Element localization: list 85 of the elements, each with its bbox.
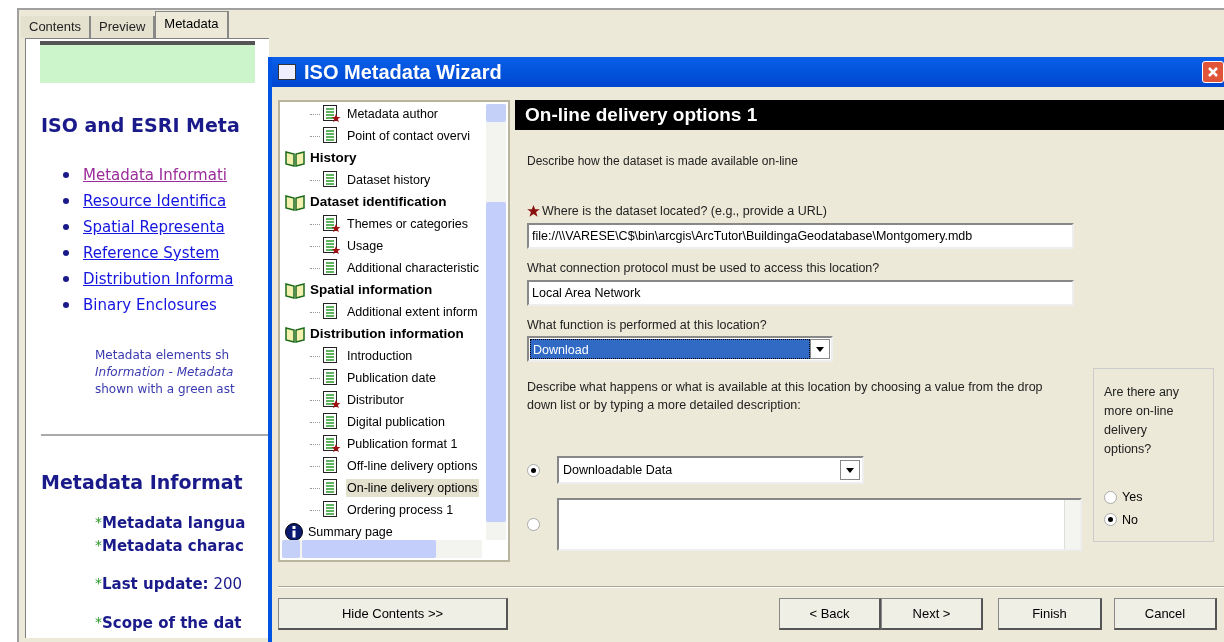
tree-item[interactable]: Summary page bbox=[308, 522, 393, 542]
tab[interactable]: Preview bbox=[91, 16, 156, 38]
tree-item[interactable]: Dataset history bbox=[346, 170, 432, 190]
tree-item[interactable]: Usage bbox=[346, 236, 385, 256]
field-label: What connection protocol must be used to access this location? bbox=[527, 259, 880, 277]
link[interactable]: Metadata Informati bbox=[83, 163, 227, 187]
radio-button[interactable] bbox=[527, 463, 540, 477]
dropdown[interactable]: Downloadable Data bbox=[557, 456, 864, 485]
field-label: Where is the dataset located? (e.g., provide a URL) bbox=[542, 203, 827, 220]
caret-icon bbox=[810, 339, 830, 360]
field-text: Last update: 200 bbox=[102, 574, 243, 595]
page-header: On-line delivery options 1 bbox=[515, 100, 1224, 130]
asterisk-mark: * bbox=[95, 574, 102, 593]
close-button[interactable] bbox=[1202, 61, 1224, 83]
radio-label: Yes bbox=[1122, 488, 1143, 506]
tree-item[interactable]: Ordering process 1 bbox=[346, 500, 455, 520]
tree-group[interactable]: Dataset identification bbox=[310, 191, 447, 213]
bullet-icon bbox=[63, 276, 69, 282]
bullet-icon bbox=[63, 302, 69, 308]
text-field[interactable]: file://\\VARESE\C$\bin\arcgis\ArcTutor\BuildingaGeodatabase\Montgomery.mdb bbox=[527, 222, 1074, 249]
bullet-icon bbox=[63, 198, 69, 204]
tree-item[interactable]: Introduction bbox=[346, 346, 414, 366]
list-item-text: Binary Enclosures bbox=[83, 294, 217, 316]
tab[interactable]: Contents bbox=[21, 16, 92, 38]
bullet-icon bbox=[63, 224, 69, 230]
horizontal-scrollbar[interactable] bbox=[282, 540, 482, 558]
note-text: Information - Metadata bbox=[95, 363, 235, 381]
tree-group[interactable]: Spatial information bbox=[310, 279, 433, 301]
note-text: Metadata elements sh bbox=[95, 346, 231, 364]
section-heading: Metadata Informat bbox=[41, 469, 244, 495]
tree-item[interactable]: Publication date bbox=[346, 368, 437, 388]
back-button[interactable]: < Back bbox=[779, 598, 881, 630]
cancel-button[interactable]: Cancel bbox=[1114, 598, 1217, 630]
link[interactable]: Resource Identifica bbox=[83, 189, 227, 213]
question-text: Are there any more on-line delivery options? bbox=[1104, 384, 1181, 459]
page-heading: ISO and ESRI Meta bbox=[41, 113, 241, 138]
radio-button[interactable] bbox=[1104, 513, 1117, 527]
radio-button[interactable] bbox=[527, 518, 540, 532]
asterisk-mark: * bbox=[95, 535, 102, 555]
radio-button[interactable] bbox=[1104, 490, 1117, 504]
tab[interactable]: Metadata bbox=[155, 11, 229, 38]
tree-item[interactable]: Point of contact overvi bbox=[346, 126, 471, 146]
dropdown[interactable]: Download bbox=[527, 336, 833, 363]
tree-group[interactable]: Distribution information bbox=[310, 323, 464, 345]
hide-contents-button[interactable]: Hide Contents >> bbox=[278, 598, 508, 630]
tree-item[interactable]: Digital publication bbox=[346, 412, 446, 432]
bullet-icon bbox=[63, 250, 69, 256]
book-icon bbox=[284, 280, 306, 300]
bullet-icon bbox=[63, 172, 69, 178]
tree-group[interactable]: History bbox=[310, 147, 357, 169]
prompt-text: Describe what happens or what is available at this location by choosing a value from the drop down list or by typing a more detailed description: bbox=[527, 379, 1044, 415]
link[interactable]: Reference System bbox=[83, 241, 220, 265]
tree-item[interactable]: Themes or categories bbox=[346, 214, 469, 234]
radio-label: No bbox=[1122, 511, 1138, 529]
field-text: Metadata langua bbox=[102, 513, 246, 534]
caret-icon bbox=[840, 460, 860, 481]
link[interactable]: Distribution Informa bbox=[83, 267, 234, 291]
tree-item[interactable]: Additional extent inform bbox=[346, 302, 479, 322]
intro-text: Describe how the dataset is made available on-line bbox=[527, 153, 799, 170]
field-text: Metadata charac bbox=[102, 535, 244, 557]
tree-item[interactable]: On-line delivery options bbox=[346, 478, 479, 498]
next-button[interactable]: Next > bbox=[881, 598, 983, 630]
finish-button[interactable]: Finish bbox=[998, 598, 1102, 630]
info-icon bbox=[284, 522, 304, 542]
tree-item[interactable]: Off-line delivery options bbox=[346, 456, 479, 476]
close-icon bbox=[1207, 66, 1219, 78]
note-text: shown with a green ast bbox=[95, 380, 236, 398]
field-label: What function is performed at this location? bbox=[527, 316, 767, 334]
required-icon bbox=[527, 204, 540, 218]
tree-item[interactable]: Publication format 1 bbox=[346, 434, 459, 454]
text-field[interactable]: Local Area Network bbox=[527, 279, 1074, 306]
link[interactable]: Spatial Representa bbox=[83, 215, 225, 239]
vertical-scrollbar[interactable] bbox=[486, 104, 506, 540]
window-title: ISO Metadata Wizard bbox=[304, 60, 503, 85]
field-text: Scope of the dat bbox=[102, 612, 242, 634]
vertical-scrollbar bbox=[1064, 500, 1080, 550]
tree-item[interactable]: Metadata author bbox=[346, 104, 440, 124]
book-icon bbox=[284, 324, 306, 344]
tree-item[interactable]: Additional characteristic bbox=[346, 258, 480, 278]
book-icon bbox=[284, 148, 306, 168]
text-area[interactable] bbox=[557, 498, 1082, 552]
tree-item[interactable]: Distributor bbox=[346, 390, 405, 410]
asterisk-mark: * bbox=[95, 513, 102, 532]
book-icon bbox=[284, 192, 306, 212]
asterisk-mark: * bbox=[95, 612, 102, 630]
